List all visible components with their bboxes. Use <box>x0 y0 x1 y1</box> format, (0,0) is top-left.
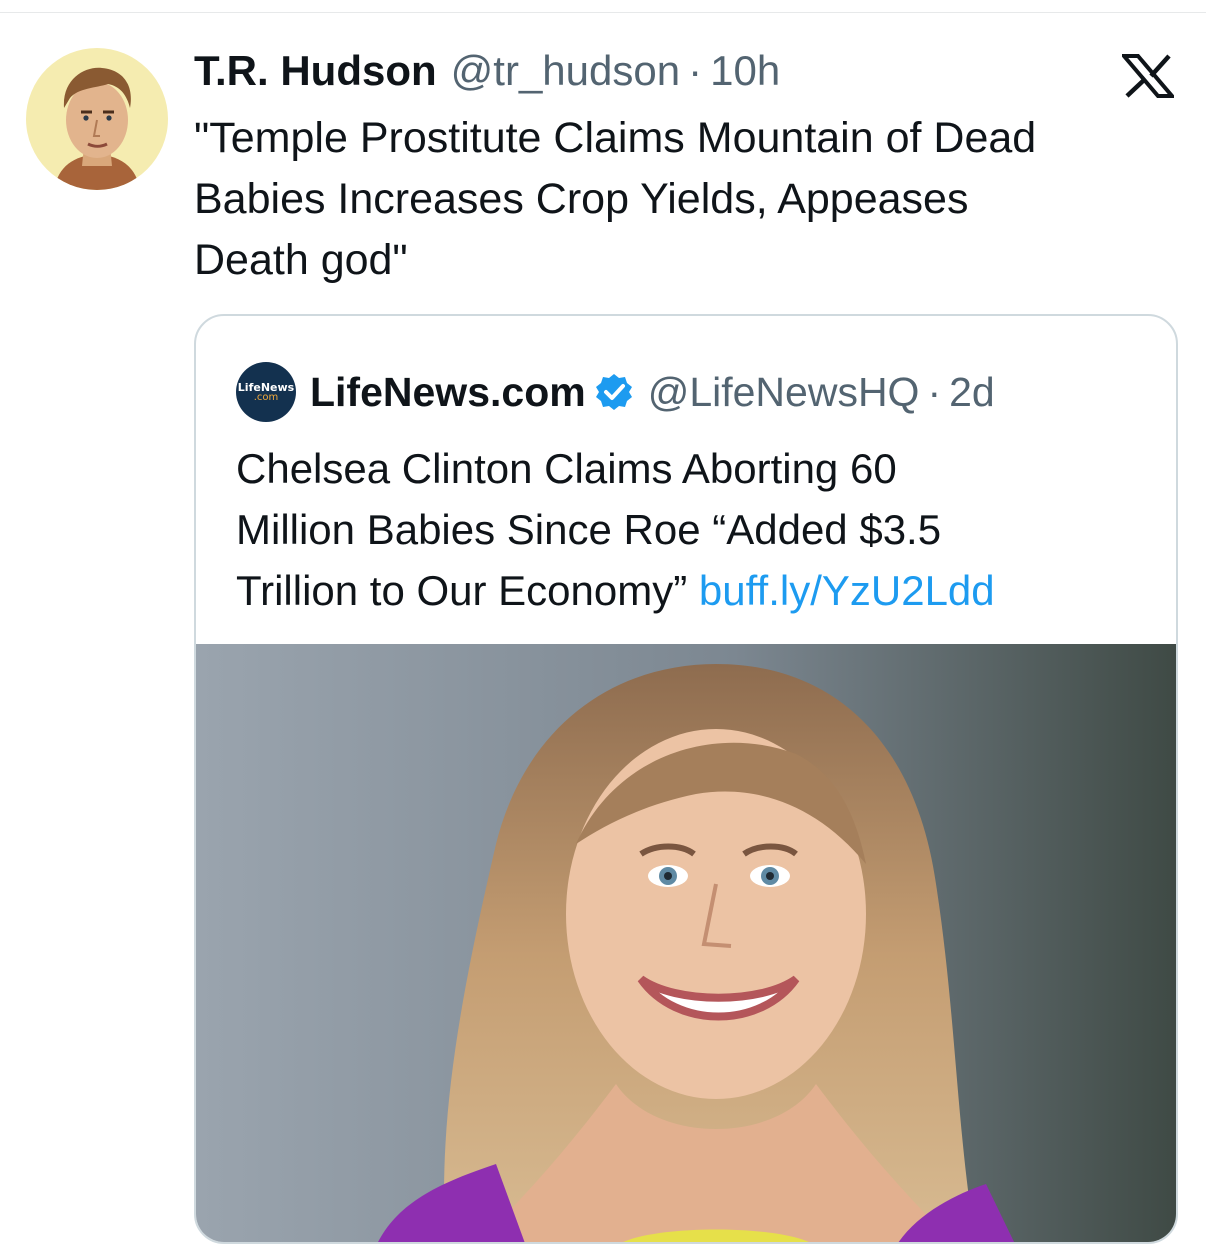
quoted-tweet-timestamp[interactable]: 2d <box>949 367 995 417</box>
quoted-tweet-link[interactable]: buff.ly/YzU2Ldd <box>699 567 995 614</box>
quoted-text-line-with-link: Trillion to Our Economy” buff.ly/YzU2Ldd <box>236 560 1156 621</box>
quoted-author-avatar[interactable]: LifeNews .com <box>236 362 296 422</box>
tweet-text-line: "Temple Prostitute Claims Mountain of De… <box>194 114 1037 162</box>
quoted-author-handle[interactable]: @LifeNewsHQ <box>648 367 920 417</box>
vintage-portrait-avatar <box>26 48 168 190</box>
tweet-timestamp[interactable]: 10h <box>710 46 780 96</box>
author-handle[interactable]: @tr_hudson <box>451 46 680 96</box>
x-logo-icon <box>1122 54 1174 98</box>
quoted-tweet-card[interactable]: LifeNews .com LifeNews.com @LifeNewsHQ ·… <box>194 314 1178 1244</box>
avatar-logo-text: LifeNews <box>237 380 295 394</box>
tweet-header: T.R. Hudson @tr_hudson · 10h <box>194 46 780 96</box>
quoted-text-line: Chelsea Clinton Claims Aborting 60 <box>236 445 897 492</box>
tweet-text-line: Death god" <box>194 236 408 284</box>
author-avatar[interactable] <box>26 48 168 190</box>
top-divider <box>0 12 1206 13</box>
quoted-text-line: Million Babies Since Roe “Added $3.5 <box>236 506 942 553</box>
quoted-text-segment: Trillion to Our Economy” <box>236 567 699 614</box>
tweet-text: "Temple Prostitute Claims Mountain of De… <box>194 108 1184 291</box>
header-separator: · <box>688 47 703 94</box>
quoted-header-separator: · <box>927 369 942 415</box>
author-name[interactable]: T.R. Hudson <box>194 46 437 96</box>
verified-badge-icon <box>595 374 632 410</box>
quoted-tweet-text: Chelsea Clinton Claims Aborting 60 Milli… <box>236 438 1156 621</box>
portrait-photo <box>196 644 1176 1242</box>
quoted-author-name[interactable]: LifeNews.com <box>310 367 586 417</box>
tweet-text-line: Babies Increases Crop Yields, Appeases <box>194 175 969 223</box>
quoted-tweet-media[interactable] <box>196 644 1176 1242</box>
quoted-tweet-header: LifeNews .com LifeNews.com @LifeNewsHQ ·… <box>236 362 995 422</box>
avatar-logo-subtext: .com <box>253 391 279 403</box>
